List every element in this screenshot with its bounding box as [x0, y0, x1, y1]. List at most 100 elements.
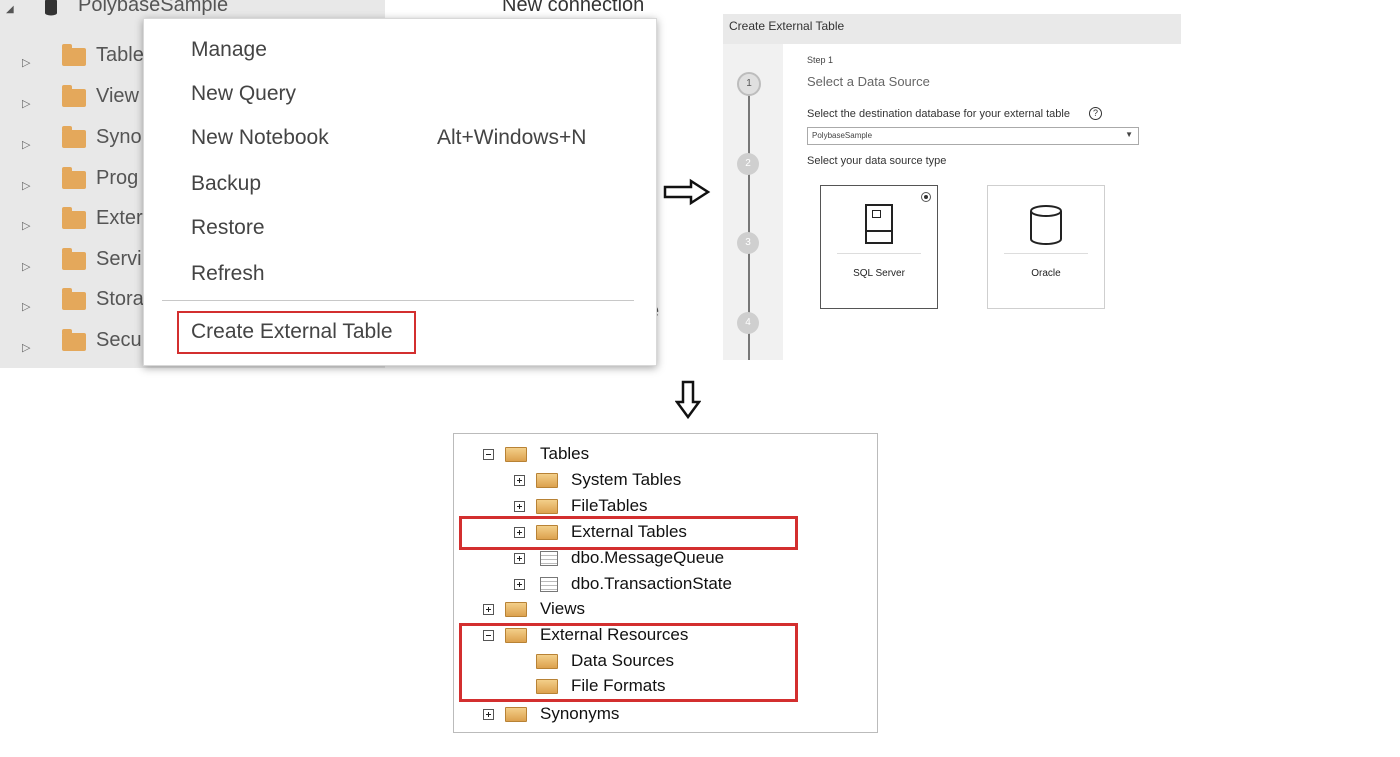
tree-item-synonyms[interactable]: ▷ Syno	[0, 126, 160, 166]
tree-node-synonyms[interactable]: Synonyms	[454, 704, 874, 726]
tree-item-label: Servi	[96, 248, 142, 270]
menu-item-new-query[interactable]: New Query	[191, 82, 296, 106]
step-2-circle[interactable]: 2	[737, 153, 759, 175]
menu-item-backup[interactable]: Backup	[191, 172, 261, 196]
selected-radio-icon[interactable]	[921, 192, 931, 202]
wizard-step-rail: 1 2 3 4	[723, 44, 783, 360]
expand-arrow-icon[interactable]: ▷	[22, 56, 30, 69]
tree-item-label: Exter	[96, 207, 143, 229]
card-divider	[1004, 253, 1088, 254]
ssms-object-explorer: Tables System Tables FileTables External…	[453, 433, 878, 733]
highlight-box-external-tables	[459, 516, 798, 550]
folder-icon	[505, 447, 527, 462]
tree-node-transaction-state[interactable]: dbo.TransactionState	[454, 574, 874, 596]
tree-item-service-broker[interactable]: ▷ Servi	[0, 248, 160, 288]
folder-icon	[62, 44, 86, 66]
expand-icon[interactable]	[514, 501, 525, 512]
help-icon[interactable]: ?	[1089, 107, 1102, 120]
collapse-caret-icon[interactable]: ◢	[6, 4, 14, 15]
expand-arrow-icon[interactable]: ▷	[22, 341, 30, 354]
database-icon	[45, 0, 57, 16]
folder-icon	[62, 126, 86, 148]
destination-database-select[interactable]: PolybaseSample ▼	[807, 127, 1139, 145]
highlight-box-external-resources	[459, 623, 798, 702]
step-3-circle[interactable]: 3	[737, 232, 759, 254]
expand-arrow-icon[interactable]: ▷	[22, 300, 30, 313]
tree-item-security[interactable]: ▷ Secu	[0, 329, 160, 368]
tree-item-programmability[interactable]: ▷ Prog	[0, 167, 160, 207]
tree-item-label: View	[96, 85, 139, 107]
tree-node-label: System Tables	[571, 470, 682, 489]
tree-node-filetables[interactable]: FileTables	[454, 496, 874, 518]
data-source-card-oracle[interactable]: Oracle	[987, 185, 1105, 309]
expand-arrow-icon[interactable]: ▷	[22, 138, 30, 151]
menu-item-refresh[interactable]: Refresh	[191, 262, 265, 286]
tree-item-label: Prog	[96, 167, 139, 189]
expand-arrow-icon[interactable]: ▷	[22, 260, 30, 273]
menu-separator	[162, 300, 634, 301]
expand-icon[interactable]	[514, 553, 525, 564]
folder-icon	[62, 288, 86, 310]
tree-node-label: Views	[540, 599, 586, 618]
folder-icon	[62, 248, 86, 270]
tree-item-views[interactable]: ▷ View	[0, 85, 160, 125]
expand-arrow-icon[interactable]: ▷	[22, 219, 30, 232]
tree-item-label: Table	[96, 44, 144, 66]
tree-item-label: Syno	[96, 126, 142, 148]
data-source-name: SQL Server	[853, 268, 905, 279]
sql-server-icon	[865, 204, 893, 244]
step-1-circle[interactable]: 1	[737, 72, 761, 96]
step-label: Step 1	[807, 55, 834, 65]
tree-item-tables[interactable]: ▷ Table	[0, 44, 160, 84]
create-external-table-wizard: Create External Table 1 2 3 4 Step 1 Sel…	[723, 14, 1181, 360]
menu-item-restore[interactable]: Restore	[191, 216, 265, 240]
tree-node-tables[interactable]: Tables	[454, 444, 874, 466]
data-source-card-sql-server[interactable]: SQL Server	[820, 185, 938, 309]
destination-database-value: PolybaseSample	[812, 131, 873, 140]
tree-node-label: dbo.MessageQueue	[571, 548, 725, 567]
folder-icon	[62, 329, 86, 351]
expand-icon[interactable]	[514, 475, 525, 486]
tree-item-label: Secu	[96, 329, 142, 351]
table-icon	[540, 577, 558, 592]
folder-icon	[536, 473, 558, 488]
tree-node-views[interactable]: Views	[454, 599, 874, 621]
table-icon	[540, 551, 558, 566]
expand-arrow-icon[interactable]: ▷	[22, 97, 30, 110]
menu-item-create-external-table[interactable]: Create External Table	[191, 320, 393, 344]
menu-item-new-notebook[interactable]: New Notebook	[191, 126, 329, 150]
step-4-circle[interactable]: 4	[737, 312, 759, 334]
folder-icon	[536, 499, 558, 514]
context-menu: Manage New Query New Notebook Alt+Window…	[143, 18, 657, 366]
background-connection-label: New connection	[502, 0, 645, 16]
expand-icon[interactable]	[483, 604, 494, 615]
data-source-type-label: Select your data source type	[807, 155, 947, 167]
folder-icon	[62, 85, 86, 107]
wizard-title: Create External Table	[729, 19, 845, 33]
dropdown-arrow-icon[interactable]: ▼	[1125, 130, 1133, 139]
database-cylinder-icon	[1030, 205, 1062, 245]
step-heading: Select a Data Source	[807, 74, 930, 89]
collapse-icon[interactable]	[483, 449, 494, 460]
database-name: PolybaseSample	[78, 0, 229, 16]
tree-node-label: Tables	[540, 444, 590, 463]
tree-node-label: FileTables	[571, 496, 648, 515]
arrow-down-icon	[675, 380, 701, 420]
tree-item-storage[interactable]: ▷ Stora	[0, 288, 160, 328]
card-divider	[837, 253, 921, 254]
folder-icon	[62, 167, 86, 189]
tree-node-system-tables[interactable]: System Tables	[454, 470, 874, 492]
expand-icon[interactable]	[514, 579, 525, 590]
wizard-header: Create External Table	[723, 14, 1181, 44]
destination-database-label: Select the destination database for your…	[807, 108, 1070, 120]
tree-item-external-resources[interactable]: ▷ Exter	[0, 207, 160, 247]
folder-icon	[505, 602, 527, 617]
menu-item-manage[interactable]: Manage	[191, 38, 267, 62]
tree-node-message-queue[interactable]: dbo.MessageQueue	[454, 548, 874, 570]
tree-item-label: Stora	[96, 288, 144, 310]
expand-arrow-icon[interactable]: ▷	[22, 179, 30, 192]
expand-icon[interactable]	[483, 709, 494, 720]
background-connection-text: New connection	[500, 0, 660, 20]
tree-node-label: Synonyms	[540, 704, 620, 723]
folder-icon	[505, 707, 527, 722]
